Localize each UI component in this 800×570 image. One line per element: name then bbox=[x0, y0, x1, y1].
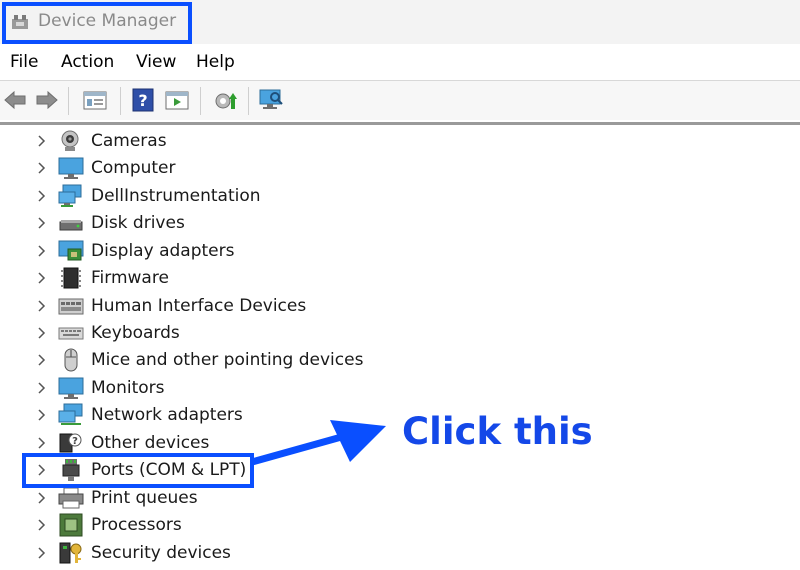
chevron-right-icon[interactable] bbox=[36, 435, 48, 451]
tree-item-keyboards[interactable]: Keyboards bbox=[0, 320, 400, 347]
chevron-right-icon[interactable] bbox=[36, 243, 48, 259]
ports-highlight-box bbox=[22, 453, 254, 488]
update-driver-icon[interactable] bbox=[164, 87, 190, 113]
title-highlight-box bbox=[2, 2, 192, 44]
forward-icon[interactable] bbox=[34, 87, 60, 113]
tree-item-label: DellInstrumentation bbox=[91, 186, 261, 206]
chevron-right-icon[interactable] bbox=[36, 352, 48, 368]
toolbar-separator bbox=[248, 87, 249, 115]
menu-bar: File Action View Help bbox=[0, 46, 800, 78]
menu-action[interactable]: Action bbox=[61, 52, 114, 72]
network-adapter-icon bbox=[58, 403, 83, 425]
menu-view[interactable]: View bbox=[136, 52, 176, 72]
properties-icon[interactable] bbox=[82, 87, 108, 113]
security-key-icon bbox=[59, 542, 82, 564]
keyboard-icon bbox=[58, 327, 84, 340]
toolbar-separator bbox=[200, 87, 201, 115]
svg-text:?: ? bbox=[72, 436, 78, 447]
svg-text:?: ? bbox=[138, 91, 147, 110]
scan-hardware-icon[interactable] bbox=[258, 87, 284, 113]
unknown-device-icon: ? bbox=[59, 433, 82, 453]
computer-icon bbox=[58, 157, 84, 179]
tree-item-label: Monitors bbox=[91, 378, 165, 398]
callout-text: Click this bbox=[402, 410, 593, 453]
tree-item-label: Firmware bbox=[91, 268, 169, 288]
back-icon[interactable] bbox=[2, 87, 28, 113]
chevron-right-icon[interactable] bbox=[36, 215, 48, 231]
tree-item-label: Processors bbox=[91, 515, 182, 535]
arrow-icon bbox=[250, 420, 386, 466]
tree-item-firmware[interactable]: Firmware bbox=[0, 265, 400, 292]
tree-item-security-devices[interactable]: Security devices bbox=[0, 540, 400, 567]
chevron-right-icon[interactable] bbox=[36, 517, 48, 533]
tree-item-print-queues[interactable]: Print queues bbox=[0, 485, 400, 512]
chevron-right-icon[interactable] bbox=[36, 545, 48, 561]
toolbar: ? bbox=[0, 80, 800, 120]
tree-item-label: Network adapters bbox=[91, 405, 243, 425]
printer-icon bbox=[58, 487, 84, 509]
chevron-right-icon[interactable] bbox=[36, 160, 48, 176]
enable-device-icon[interactable] bbox=[212, 87, 238, 113]
tree-item-label: Display adapters bbox=[91, 241, 235, 261]
tree-item-cameras[interactable]: Cameras bbox=[0, 128, 400, 155]
chevron-right-icon[interactable] bbox=[36, 380, 48, 396]
processor-icon bbox=[59, 513, 83, 537]
tree-item-disk-drives[interactable]: Disk drives bbox=[0, 210, 400, 237]
tree-item-human-interface-devices[interactable]: Human Interface Devices bbox=[0, 293, 400, 320]
monitor-icon bbox=[58, 377, 84, 399]
chevron-right-icon[interactable] bbox=[36, 325, 48, 341]
toolbar-divider bbox=[0, 122, 800, 125]
tree-item-label: Security devices bbox=[91, 543, 231, 563]
chevron-right-icon[interactable] bbox=[36, 188, 48, 204]
tree-item-label: Disk drives bbox=[91, 213, 185, 233]
tree-item-label: Mice and other pointing devices bbox=[91, 350, 364, 370]
toolbar-separator bbox=[120, 87, 121, 115]
tree-item-computer[interactable]: Computer bbox=[0, 155, 400, 182]
tree-item-label: Print queues bbox=[91, 488, 198, 508]
network-computer-icon bbox=[58, 184, 82, 207]
display-adapter-icon bbox=[58, 240, 84, 261]
tree-item-label: Other devices bbox=[91, 433, 210, 453]
toolbar-separator bbox=[68, 87, 69, 115]
tree-item-monitors[interactable]: Monitors bbox=[0, 375, 400, 402]
tree-item-mice[interactable]: Mice and other pointing devices bbox=[0, 347, 400, 374]
chevron-right-icon[interactable] bbox=[36, 133, 48, 149]
tree-item-label: Cameras bbox=[91, 131, 167, 151]
mouse-icon bbox=[64, 348, 78, 372]
tree-item-label: Human Interface Devices bbox=[91, 296, 307, 316]
chevron-right-icon[interactable] bbox=[36, 270, 48, 286]
title-bar: Device Manager bbox=[0, 0, 800, 44]
firmware-chip-icon bbox=[61, 267, 81, 289]
tree-item-dellinstrumentation[interactable]: DellInstrumentation bbox=[0, 183, 400, 210]
chevron-right-icon[interactable] bbox=[36, 298, 48, 314]
camera-icon bbox=[61, 130, 79, 151]
hid-keyboard-icon bbox=[58, 298, 84, 315]
tree-item-label: Computer bbox=[91, 158, 176, 178]
tree-item-processors[interactable]: Processors bbox=[0, 512, 400, 539]
menu-help[interactable]: Help bbox=[196, 52, 235, 72]
chevron-right-icon[interactable] bbox=[36, 407, 48, 423]
chevron-right-icon[interactable] bbox=[36, 490, 48, 506]
menu-file[interactable]: File bbox=[10, 52, 38, 72]
help-icon[interactable]: ? bbox=[130, 87, 156, 113]
tree-item-display-adapters[interactable]: Display adapters bbox=[0, 238, 400, 265]
disk-drive-icon bbox=[59, 220, 83, 231]
tree-item-label: Keyboards bbox=[91, 323, 180, 343]
